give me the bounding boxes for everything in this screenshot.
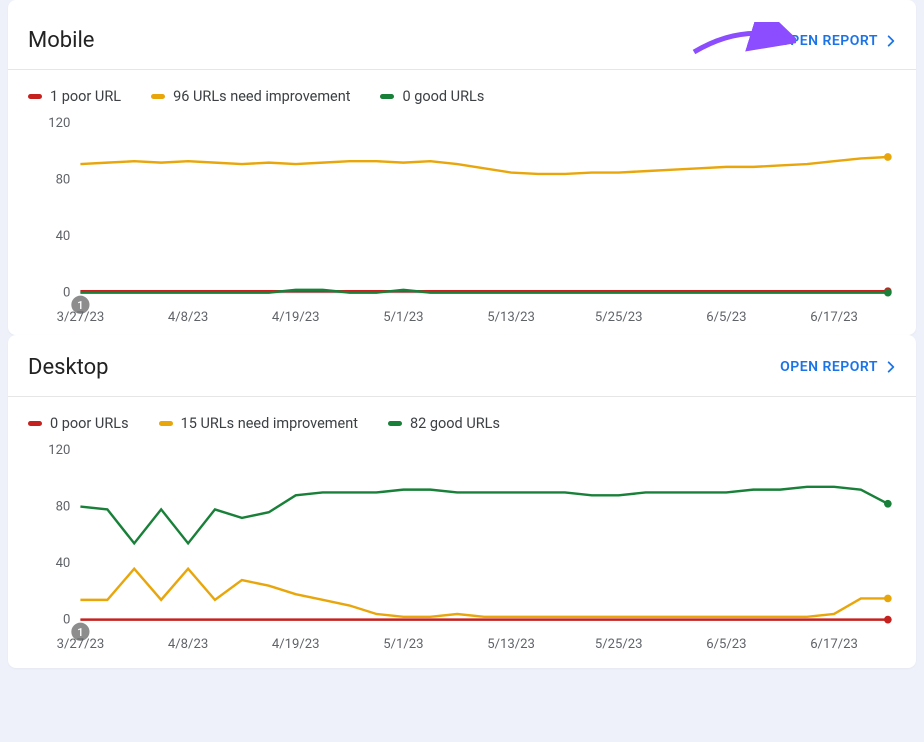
panel-title: Desktop	[28, 355, 109, 380]
x-tick-label: 4/8/23	[168, 637, 208, 652]
legend-item-poor[interactable]: 0 poor URLs	[28, 415, 129, 432]
x-tick-label: 4/8/23	[168, 310, 208, 325]
legend-item-good[interactable]: 82 good URLs	[388, 415, 500, 432]
open-report-button[interactable]: OPEN REPORT	[780, 33, 898, 49]
legend-swatch-good-icon	[380, 94, 394, 99]
y-tick-label: 80	[56, 500, 71, 515]
legend-item-needs[interactable]: 96 URLs need improvement	[151, 88, 350, 105]
legend-label: 1 poor URL	[50, 88, 121, 105]
x-tick-label: 4/19/23	[272, 310, 320, 325]
x-tick-label: 6/5/23	[706, 310, 746, 325]
series-needs	[80, 157, 887, 174]
x-tick-label: 3/27/23	[57, 310, 105, 325]
x-tick-label: 6/5/23	[706, 637, 746, 652]
y-tick-label: 120	[48, 116, 70, 131]
chart-area: 0408012013/27/234/8/234/19/235/1/235/13/…	[8, 111, 916, 327]
series-good-endpoint	[884, 289, 892, 297]
legend-label: 0 good URLs	[402, 88, 484, 105]
panel-header: Mobile OPEN REPORT	[8, 8, 916, 70]
legend-label: 15 URLs need improvement	[181, 415, 358, 432]
chart-legend: 1 poor URL 96 URLs need improvement 0 good…	[8, 70, 916, 111]
y-tick-label: 0	[63, 286, 70, 301]
series-poor-endpoint	[884, 616, 892, 624]
series-good	[80, 487, 887, 544]
panel-desktop: Desktop OPEN REPORT 0 poor URLs 15 URLs nee…	[8, 335, 916, 668]
open-report-button[interactable]: OPEN REPORT	[780, 359, 898, 375]
x-tick-label: 6/17/23	[810, 310, 858, 325]
legend-swatch-poor-icon	[28, 421, 42, 426]
x-tick-label: 5/13/23	[487, 637, 535, 652]
legend-label: 96 URLs need improvement	[173, 88, 350, 105]
legend-item-needs[interactable]: 15 URLs need improvement	[159, 415, 358, 432]
legend-label: 82 good URLs	[410, 415, 500, 432]
x-tick-label: 4/19/23	[272, 637, 320, 652]
y-tick-label: 40	[56, 229, 71, 244]
x-tick-label: 3/27/23	[57, 637, 105, 652]
open-report-label: OPEN REPORT	[780, 359, 878, 375]
line-chart: 0408012013/27/234/8/234/19/235/1/235/13/…	[36, 115, 904, 327]
series-needs-endpoint	[884, 153, 892, 161]
y-tick-label: 80	[56, 173, 71, 188]
chevron-right-icon	[884, 360, 898, 374]
legend-swatch-good-icon	[388, 421, 402, 426]
x-tick-label: 5/25/23	[595, 637, 643, 652]
series-good-endpoint	[884, 500, 892, 508]
legend-swatch-needs-icon	[159, 421, 173, 426]
x-tick-label: 6/17/23	[810, 637, 858, 652]
legend-swatch-poor-icon	[28, 94, 42, 99]
open-report-label: OPEN REPORT	[780, 33, 878, 49]
chart-area: 0408012013/27/234/8/234/19/235/1/235/13/…	[8, 438, 916, 654]
legend-label: 0 poor URLs	[50, 415, 129, 432]
chart-legend: 0 poor URLs 15 URLs need improvement 82 go…	[8, 397, 916, 438]
x-tick-label: 5/1/23	[383, 310, 423, 325]
line-chart: 0408012013/27/234/8/234/19/235/1/235/13/…	[36, 442, 904, 654]
series-needs-endpoint	[884, 595, 892, 603]
x-tick-label: 5/1/23	[383, 637, 423, 652]
legend-swatch-needs-icon	[151, 94, 165, 99]
y-tick-label: 0	[63, 613, 70, 628]
chevron-right-icon	[884, 34, 898, 48]
panel-title: Mobile	[28, 28, 94, 53]
panel-mobile: Mobile OPEN REPORT 1 poor URL 96 URLs need…	[8, 0, 916, 335]
panel-header: Desktop OPEN REPORT	[8, 335, 916, 397]
legend-item-poor[interactable]: 1 poor URL	[28, 88, 121, 105]
y-tick-label: 120	[48, 443, 70, 458]
y-tick-label: 40	[56, 556, 71, 571]
x-tick-label: 5/13/23	[487, 310, 535, 325]
series-needs	[80, 569, 887, 617]
legend-item-good[interactable]: 0 good URLs	[380, 88, 484, 105]
x-tick-label: 5/25/23	[595, 310, 643, 325]
